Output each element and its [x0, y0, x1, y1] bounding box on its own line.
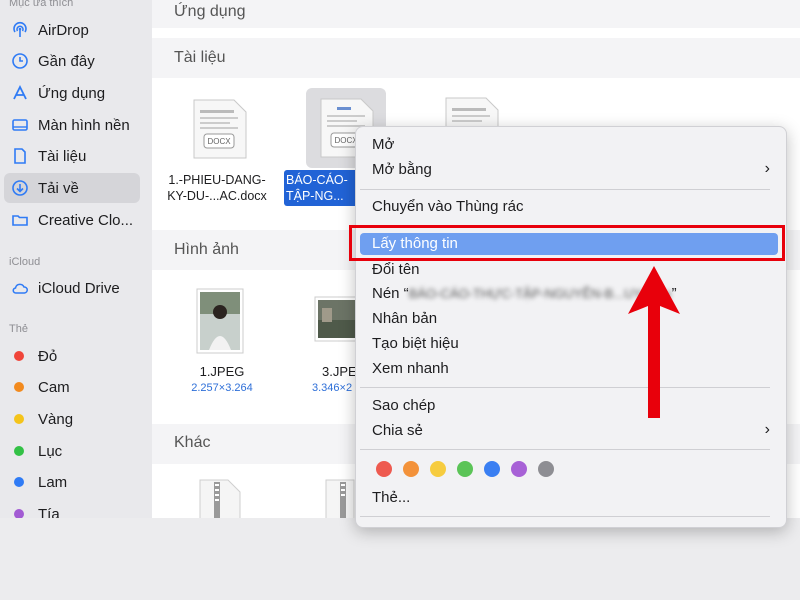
menu-separator [360, 189, 770, 190]
section-title-other: Khác [174, 434, 211, 451]
sidebar-item-creative-cloud[interactable]: Creative Clo... [4, 205, 140, 235]
section-title-documents: Tài liệu [174, 49, 226, 66]
tag-dot-icon [14, 509, 24, 518]
file-name-line: KY-DU-...AC.docx [167, 189, 267, 203]
tag-dot-icon [14, 446, 24, 456]
icloud-header: iCloud [9, 256, 41, 268]
menu-separator [360, 449, 770, 450]
desktop-icon [10, 115, 30, 135]
sidebar-item-label: Vàng [38, 410, 74, 428]
sidebar-item-label: Cam [38, 378, 70, 396]
sidebar-tag-green[interactable]: Lục [4, 436, 140, 466]
tag-dot-icon [14, 477, 24, 487]
photo-thumbnail [314, 296, 360, 342]
annotation-arrow-icon [628, 266, 680, 418]
menu-item-open[interactable]: Mở [372, 136, 394, 153]
sidebar-item-label: AirDrop [38, 21, 89, 39]
file-item[interactable]: 3.JPE 3.346×2 [300, 282, 360, 402]
sidebar-item-label: Đỏ [38, 347, 58, 365]
section-band [152, 0, 800, 28]
menu-item-rename[interactable]: Đổi tên [372, 261, 420, 278]
section-title-applications: Ứng dụng [174, 3, 246, 20]
menu-separator [360, 387, 770, 388]
chevron-right-icon: › [764, 421, 770, 438]
favorites-header: Mục ưa thích [9, 0, 74, 9]
tag-blue-button[interactable] [484, 461, 500, 477]
sidebar-item-label: Ứng dụng [38, 84, 106, 102]
file-item[interactable]: 1.JPEG 2.257×3.264 [172, 282, 272, 402]
tag-dot-icon [14, 382, 24, 392]
sidebar-item-label: Lục [38, 442, 63, 460]
docx-file-icon: DOCX [193, 99, 247, 159]
section-band [152, 38, 800, 78]
tag-yellow-button[interactable] [430, 461, 446, 477]
sidebar-tag-orange[interactable]: Cam [4, 372, 140, 402]
sidebar-tag-red[interactable]: Đỏ [4, 341, 140, 371]
zip-file-icon[interactable] [194, 478, 244, 518]
tag-dot-icon [14, 351, 24, 361]
tags-header: Thẻ [9, 323, 28, 335]
file-item[interactable]: DOCX 1.-PHIEU-DANG- KY-DU-...AC.docx [162, 88, 272, 213]
menu-item-move-to-trash[interactable]: Chuyển vào Thùng rác [372, 198, 524, 215]
menu-item-duplicate[interactable]: Nhân bản [372, 310, 437, 327]
zip-file-icon[interactable] [320, 478, 356, 518]
sidebar-item-icloud-drive[interactable]: iCloud Drive [4, 273, 140, 303]
menu-item-make-alias[interactable]: Tạo biệt hiệu [372, 335, 459, 352]
tag-purple-button[interactable] [511, 461, 527, 477]
photo-thumbnail [196, 288, 244, 354]
menu-item-quick-look[interactable]: Xem nhanh [372, 360, 449, 377]
sidebar-item-label: Gần đây [38, 52, 95, 70]
sidebar-item-desktop[interactable]: Màn hình nền [4, 110, 140, 140]
file-name-line: 1.-PHIEU-DANG- [168, 173, 266, 187]
sidebar-tag-blue[interactable]: Lam [4, 467, 140, 497]
sidebar-item-label: Creative Clo... [38, 211, 134, 229]
menu-item-tags[interactable]: Thẻ... [372, 489, 410, 506]
chevron-right-icon: › [764, 160, 770, 177]
sidebar-item-label: Tài liệu [38, 147, 87, 165]
menu-item-share[interactable]: Chia sẻ [372, 422, 423, 439]
bottom-area [0, 518, 800, 600]
compress-label: Nén “ [372, 285, 409, 302]
sidebar-item-documents[interactable]: Tài liệu [4, 141, 140, 171]
tag-orange-button[interactable] [403, 461, 419, 477]
airdrop-icon [10, 20, 30, 40]
tag-dot-icon [14, 414, 24, 424]
sidebar: Mục ưa thích AirDrop Gần đây Ứng dụng Mà… [0, 0, 152, 518]
applications-icon [10, 83, 30, 103]
sidebar-item-label: iCloud Drive [38, 279, 120, 297]
folder-icon [10, 210, 30, 230]
tag-gray-button[interactable] [538, 461, 554, 477]
context-menu: Mở Mở bằng › Chuyển vào Thùng rác Lấy th… [355, 126, 787, 528]
clock-icon [10, 51, 30, 71]
tag-green-button[interactable] [457, 461, 473, 477]
docx-badge: DOCX [207, 137, 231, 146]
tag-red-button[interactable] [376, 461, 392, 477]
file-name: 1.JPEG [199, 364, 245, 379]
file-name-line: TẬP-NG... [286, 189, 344, 203]
section-title-images: Hình ảnh [174, 241, 239, 258]
sidebar-tag-purple[interactable]: Tía [4, 499, 140, 518]
sidebar-item-label: Màn hình nền [38, 116, 130, 134]
sidebar-item-recents[interactable]: Gần đây [4, 46, 140, 76]
file-name-line: BÁO-CÁO- [286, 173, 348, 187]
menu-item-open-with[interactable]: Mở bằng [372, 161, 432, 178]
menu-separator [360, 516, 770, 517]
image-dimensions: 2.257×3.264 [191, 382, 253, 394]
sidebar-item-downloads[interactable]: Tải về [4, 173, 140, 203]
sidebar-item-label: Tải về [38, 179, 79, 197]
document-icon [10, 146, 30, 166]
sidebar-item-label: Tía [38, 505, 60, 519]
annotation-highlight-box [349, 225, 785, 261]
sidebar-tag-yellow[interactable]: Vàng [4, 404, 140, 434]
cloud-icon [10, 278, 30, 298]
sidebar-item-airdrop[interactable]: AirDrop [4, 15, 140, 45]
sidebar-item-applications[interactable]: Ứng dụng [4, 78, 140, 108]
sidebar-item-label: Lam [38, 473, 68, 491]
menu-item-copy[interactable]: Sao chép [372, 397, 435, 414]
download-icon [10, 178, 30, 198]
